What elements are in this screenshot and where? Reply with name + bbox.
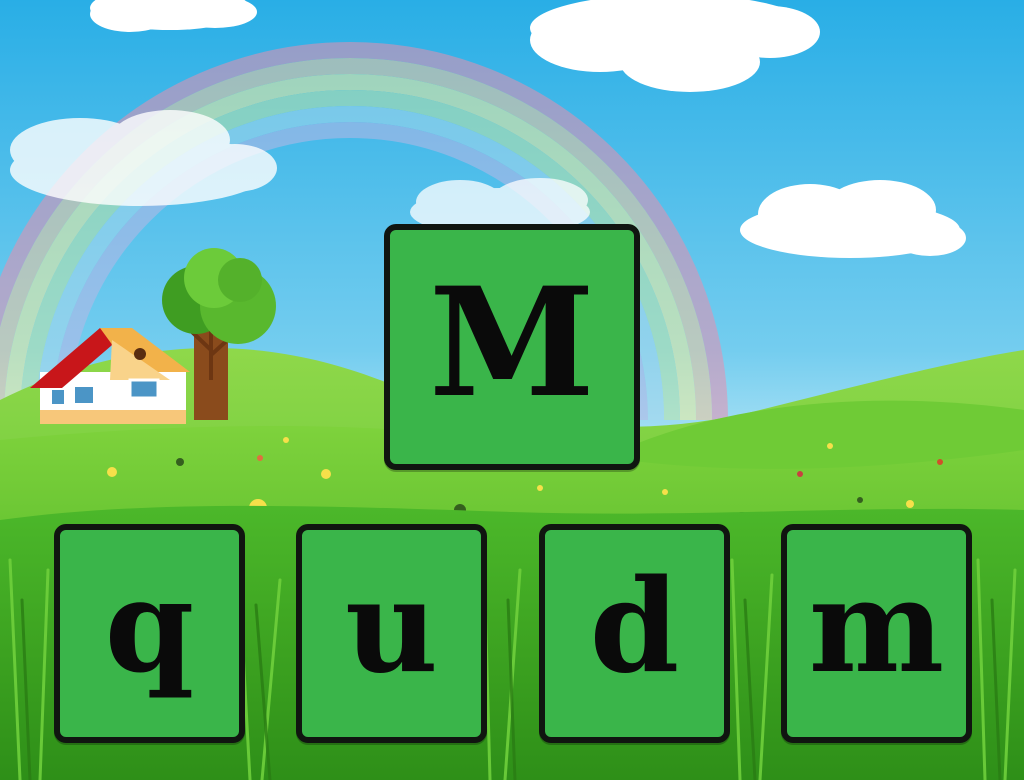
choice-letter: m xyxy=(808,551,945,702)
choice-letter: d xyxy=(589,551,680,702)
choice-tile-q[interactable]: q xyxy=(54,524,245,743)
target-letter: M xyxy=(428,255,596,431)
choice-letter: q xyxy=(104,551,195,702)
choice-tile-m[interactable]: m xyxy=(781,524,972,743)
game-stage: M q u d m xyxy=(0,0,1024,780)
choice-tile-d[interactable]: d xyxy=(539,524,730,743)
choice-letter: u xyxy=(344,551,439,702)
target-letter-tile: M xyxy=(384,224,640,470)
choice-tile-u[interactable]: u xyxy=(296,524,487,743)
